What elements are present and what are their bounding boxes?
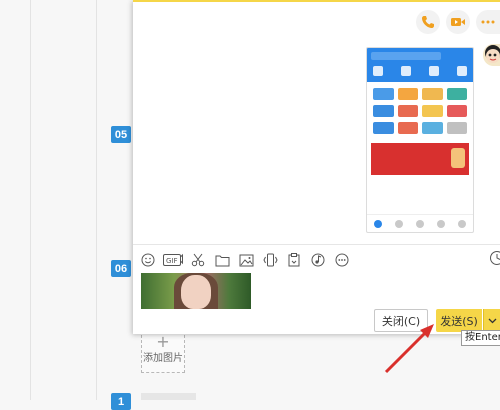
image-icon[interactable] bbox=[237, 251, 255, 269]
attached-photo[interactable] bbox=[141, 273, 251, 309]
column-divider bbox=[96, 0, 97, 400]
chat-header-actions bbox=[416, 10, 500, 34]
svg-text:GIF: GIF bbox=[166, 257, 178, 265]
history-icon[interactable] bbox=[489, 250, 500, 268]
step-number: 05 bbox=[111, 126, 131, 143]
more-icon[interactable] bbox=[333, 251, 351, 269]
more-icon[interactable] bbox=[476, 10, 500, 34]
chevron-down-icon bbox=[488, 318, 497, 324]
emoji-icon[interactable] bbox=[139, 251, 157, 269]
video-icon[interactable] bbox=[446, 10, 470, 34]
annotation-arrow bbox=[380, 320, 440, 380]
send-shortcut-tooltip: 按Enter键 bbox=[461, 330, 500, 346]
placeholder-block bbox=[141, 393, 196, 400]
input-toolbar: GIF bbox=[139, 251, 351, 269]
clipboard-icon[interactable] bbox=[285, 251, 303, 269]
input-divider bbox=[133, 244, 500, 245]
step-number: 06 bbox=[111, 260, 131, 277]
scissors-icon[interactable] bbox=[189, 251, 207, 269]
chat-window: GIF 关闭(C) 发送(S) bbox=[133, 0, 500, 334]
send-options-dropdown[interactable] bbox=[483, 309, 500, 332]
message-screenshot-image[interactable] bbox=[366, 47, 474, 233]
column-divider bbox=[30, 0, 31, 400]
phone-icon[interactable] bbox=[416, 10, 440, 34]
send-button[interactable]: 发送(S) bbox=[436, 309, 482, 332]
avatar[interactable] bbox=[483, 44, 500, 66]
music-icon[interactable] bbox=[309, 251, 327, 269]
gif-icon[interactable]: GIF bbox=[163, 251, 183, 269]
shake-icon[interactable] bbox=[261, 251, 279, 269]
folder-icon[interactable] bbox=[213, 251, 231, 269]
step-number: 1 bbox=[111, 393, 131, 410]
add-image-label: 添加图片 bbox=[143, 349, 183, 364]
plus-icon: + bbox=[156, 335, 169, 349]
